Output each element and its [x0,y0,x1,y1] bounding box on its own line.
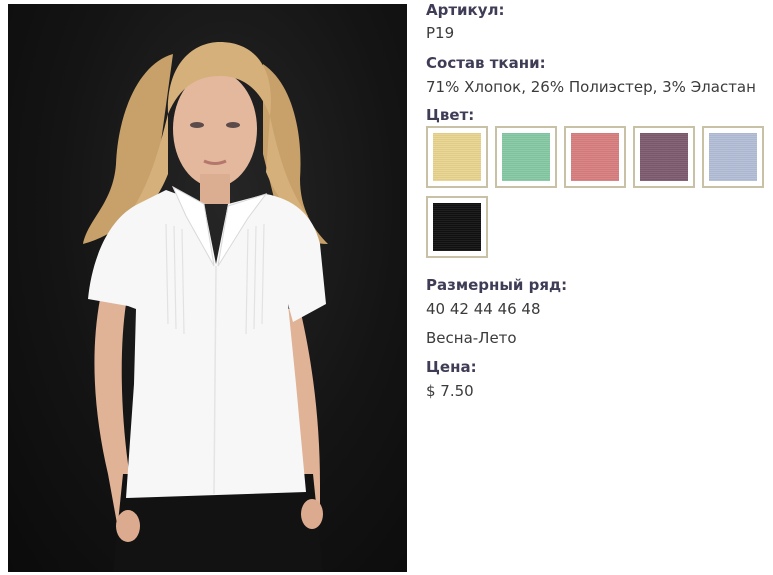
color-swatch-coral[interactable] [564,126,626,188]
size-value: 40 42 44 46 48 [426,300,541,318]
sku-label: Артикул: [426,1,505,19]
season-value: Весна-Лето [426,329,517,347]
price-label: Цена: [426,358,477,376]
color-swatch-yellow[interactable] [426,126,488,188]
light-blue-swatch-chip [709,133,757,181]
color-swatch-mauve[interactable] [633,126,695,188]
fabric-label: Состав ткани: [426,54,546,72]
product-page: Артикул: P19 Состав ткани: 71% Хлопок, 2… [0,0,773,575]
fabric-value: 71% Хлопок, 26% Полиэстер, 3% Эластан [426,78,756,96]
color-swatch-mint[interactable] [495,126,557,188]
yellow-swatch-chip [433,133,481,181]
product-photo [8,4,407,572]
mauve-swatch-chip [640,133,688,181]
sku-value: P19 [426,24,455,42]
price-value: $ 7.50 [426,382,474,400]
coral-swatch-chip [571,133,619,181]
black-swatch-chip [433,203,481,251]
color-swatch-black[interactable] [426,196,488,258]
color-label: Цвет: [426,106,475,124]
color-swatch-light-blue[interactable] [702,126,764,188]
mint-swatch-chip [502,133,550,181]
size-label: Размерный ряд: [426,276,568,294]
